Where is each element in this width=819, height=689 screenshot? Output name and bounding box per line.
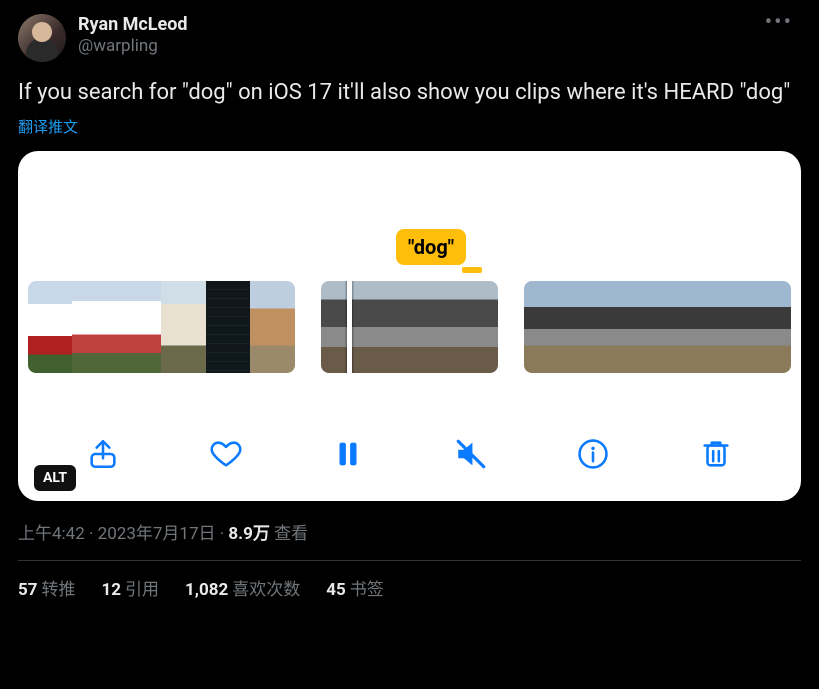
avatar[interactable] [18, 14, 66, 62]
divider [18, 560, 801, 561]
share-icon[interactable] [86, 437, 120, 471]
pause-icon[interactable] [331, 437, 365, 471]
tweet-meta: 上午4:42 · 2023年7月17日 · 8.9万 查看 [18, 519, 801, 544]
search-match-tag: "dog" [396, 229, 466, 265]
tweet-date[interactable]: 2023年7月17日 [98, 524, 216, 544]
heart-icon[interactable] [209, 437, 243, 471]
clip-group[interactable] [524, 281, 791, 373]
views-label: 查看 [270, 524, 308, 544]
playhead-marker [462, 267, 482, 273]
more-options-button[interactable]: ••• [757, 14, 801, 32]
retweets-stat[interactable]: 57转推 [18, 575, 76, 600]
mute-icon[interactable] [454, 437, 488, 471]
media-attachment[interactable]: "dog" [18, 151, 801, 501]
bookmarks-stat[interactable]: 45书签 [326, 575, 384, 600]
alt-badge[interactable]: ALT [34, 465, 76, 491]
tweet-stats: 57转推 12引用 1,082喜欢次数 45书签 [18, 575, 801, 600]
clip-group-active[interactable] [321, 281, 499, 373]
likes-stat[interactable]: 1,082喜欢次数 [185, 575, 300, 600]
video-timeline[interactable] [18, 279, 801, 375]
quotes-stat[interactable]: 12引用 [102, 575, 160, 600]
translate-link[interactable]: 翻译推文 [18, 116, 78, 137]
tweet-time[interactable]: 上午4:42 [18, 524, 85, 544]
tweet-text: If you search for "dog" on iOS 17 it'll … [18, 78, 801, 108]
views-count: 8.9万 [228, 524, 269, 544]
info-icon[interactable] [576, 437, 610, 471]
display-name[interactable]: Ryan McLeod [78, 14, 757, 35]
media-toolbar [18, 437, 801, 471]
clip-group[interactable] [28, 281, 295, 373]
handle[interactable]: @warpling [78, 36, 757, 56]
trash-icon[interactable] [699, 437, 733, 471]
